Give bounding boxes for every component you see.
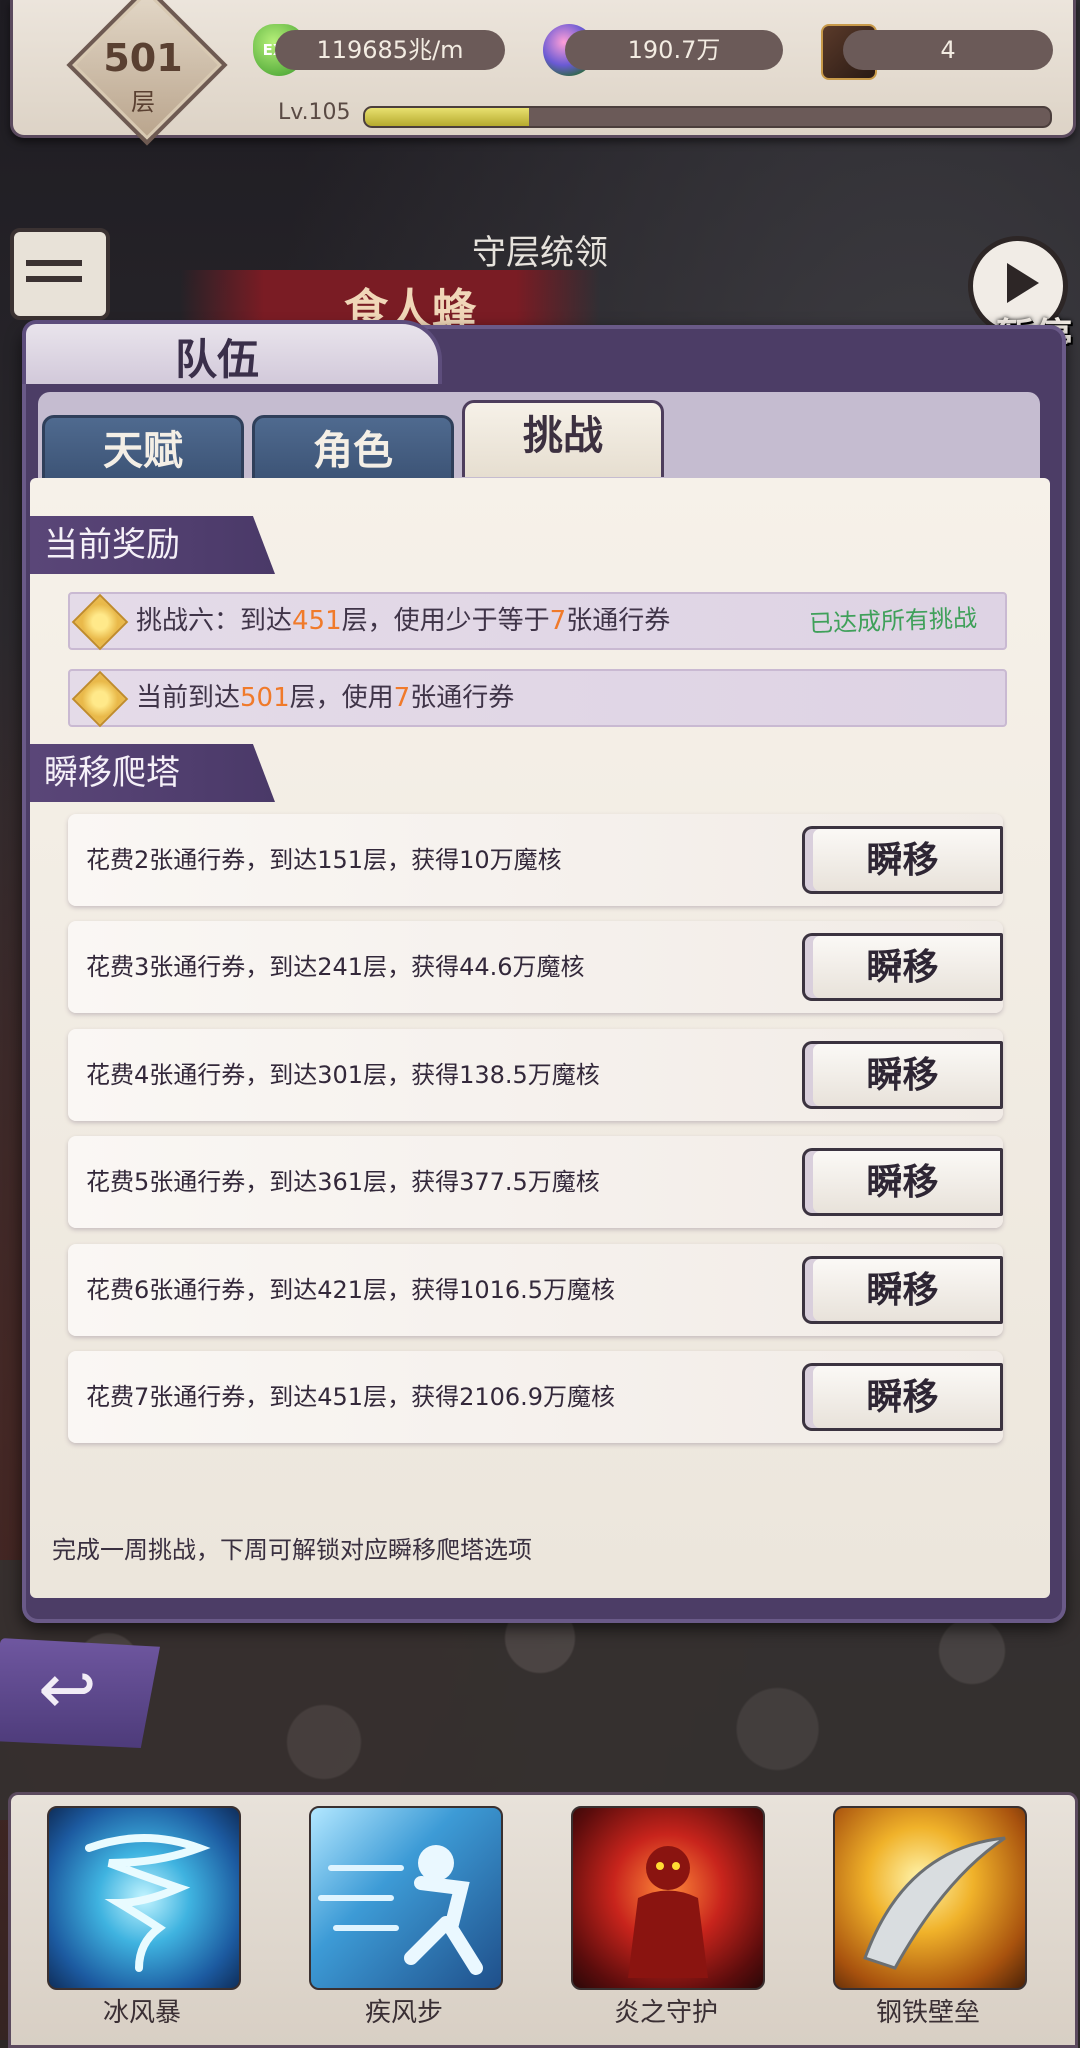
reward-text: 当前到达501层，使用7张通行券 [136, 683, 515, 713]
teleport-option-text: 花费5张通行券，到达361层，获得377.5万魔核 [86, 1168, 600, 1196]
blade-art [863, 1836, 1006, 1970]
teleport-option-text: 花费2张通行券，到达151层，获得10万魔核 [86, 846, 562, 874]
teleport-row: 花费3张通行券，到达241层，获得44.6万魔核 瞬移 [68, 921, 1003, 1013]
teleport-option-text: 花费3张通行券，到达241层，获得44.6万魔核 [86, 953, 585, 981]
teleport-button[interactable]: 瞬移 [802, 1041, 1003, 1109]
reward-row: 当前到达501层，使用7张通行券 [68, 669, 1007, 728]
skill-label: 钢铁壁垒 [875, 1998, 980, 2028]
teleport-option-text: 花费4张通行券，到达301层，获得138.5万魔核 [86, 1061, 600, 1089]
player-level: Lv.105 [278, 100, 351, 125]
floor-badge: 501 层 [66, 0, 228, 146]
teleport-button[interactable]: 瞬移 [802, 933, 1003, 1001]
teleport-button[interactable]: 瞬移 [802, 826, 1003, 894]
floor-unit: 层 [131, 88, 155, 116]
skill-label: 炎之守护 [613, 1998, 718, 2028]
teleport-button[interactable]: 瞬移 [802, 1148, 1003, 1216]
back-button[interactable] [0, 1638, 160, 1748]
teleport-row: 花费4张通行券，到达301层，获得138.5万魔核 瞬移 [68, 1029, 1003, 1121]
reward-gem-icon [71, 670, 129, 728]
teleport-option-text: 花费6张通行券，到达421层，获得1016.5万魔核 [86, 1276, 616, 1304]
blade-icon[interactable] [833, 1806, 1027, 1990]
magic-core-amount: 190.7万 [565, 30, 783, 70]
floor-number: 501 [103, 36, 183, 80]
skill-label: 冰风暴 [102, 1998, 181, 2028]
dash-art [318, 1845, 483, 1975]
exp-rate: 119685兆/m [275, 30, 505, 70]
tab-character[interactable]: 角色 [252, 415, 454, 487]
level-progress-bar [363, 106, 1052, 128]
ticket-count: 4 [843, 30, 1053, 70]
top-hud: 501 层 EXP 119685兆/m 190.7万 4 Lv.105 [10, 0, 1076, 146]
flame-guard-art [628, 1846, 708, 1978]
teleport-row: 花费6张通行券，到达421层，获得1016.5万魔核 瞬移 [68, 1244, 1003, 1336]
reward-row: 挑战六：到达451层，使用少于等于7张通行券 已达成所有挑战 [68, 592, 1007, 651]
level-progress-fill [365, 108, 530, 126]
tornado-art [85, 1834, 211, 1972]
teleport-row: 花费7张通行券，到达451层，获得2106.9万魔核 瞬移 [68, 1351, 1003, 1443]
teleport-button[interactable]: 瞬移 [802, 1363, 1003, 1431]
teleport-row: 花费2张通行券，到达151层，获得10万魔核 瞬移 [68, 814, 1003, 906]
all-challenges-complete-label: 已达成所有挑战 [808, 604, 978, 638]
dash-icon[interactable] [309, 1806, 503, 1990]
reward-text: 挑战六：到达451层，使用少于等于7张通行券 [136, 606, 671, 636]
teleport-header: 瞬移爬塔 [30, 744, 275, 802]
current-reward-header: 当前奖励 [30, 516, 275, 574]
boss-title: 守层统领 [472, 233, 608, 273]
tab-challenge[interactable]: 挑战 [462, 400, 664, 477]
tab-talent[interactable]: 天赋 [42, 415, 244, 487]
teleport-footnote: 完成一周挑战，下周可解锁对应瞬移爬塔选项 [52, 1536, 532, 1564]
teleport-row: 花费5张通行券，到达361层，获得377.5万魔核 瞬移 [68, 1136, 1003, 1228]
flame-guard-icon[interactable] [571, 1806, 765, 1990]
teleport-button[interactable]: 瞬移 [802, 1256, 1003, 1324]
tornado-icon[interactable] [47, 1806, 241, 1990]
team-panel-title: 队伍 [174, 335, 259, 384]
teleport-option-text: 花费7张通行券，到达451层，获得2106.9万魔核 [86, 1383, 616, 1411]
skill-label: 疾风步 [364, 1998, 443, 2028]
reward-gem-icon [71, 593, 129, 651]
